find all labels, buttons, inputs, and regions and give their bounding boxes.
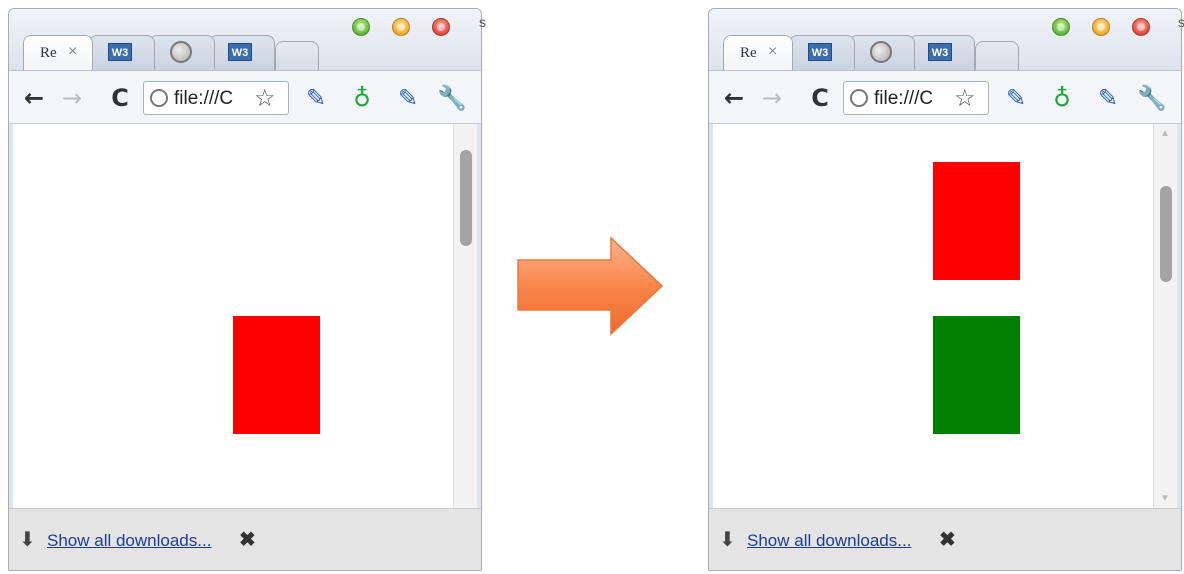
red-rectangle <box>233 316 320 434</box>
close-download-bar-icon[interactable]: ✖ <box>939 527 956 552</box>
download-arrow-icon: ⬇ <box>719 529 736 551</box>
wrench-icon[interactable]: 🔧 <box>437 83 467 113</box>
download-arrow-icon: ⬇ <box>19 529 36 551</box>
timer-extension-icon[interactable]: ♁ <box>347 83 377 113</box>
minimize-button[interactable] <box>1092 18 1110 36</box>
tab-w3-second[interactable]: W3 <box>209 35 275 71</box>
address-text: file:///C <box>874 88 934 109</box>
close-window-button[interactable] <box>1132 18 1150 36</box>
vertical-scrollbar[interactable] <box>453 124 477 508</box>
color-picker-icon[interactable]: ✎ <box>1093 83 1123 113</box>
browser-window-after: W3 W3 Re × ← → C file:///C ☆ ✎ ♁ ✎ 🔧 ▲ ▼… <box>708 8 1182 571</box>
forward-arrow-icon[interactable]: → <box>57 83 87 113</box>
background-window-edge-text: s <box>479 14 486 30</box>
page-viewport <box>713 124 1153 508</box>
minimize-button[interactable] <box>392 18 410 36</box>
page-viewport <box>13 124 453 508</box>
close-window-button[interactable] <box>432 18 450 36</box>
eyedropper-icon[interactable]: ✎ <box>301 83 331 113</box>
scroll-up-icon[interactable]: ▲ <box>1160 128 1170 139</box>
tab-globe[interactable] <box>149 35 215 71</box>
reload-icon[interactable]: C <box>805 83 835 113</box>
browser-window-before: W3 W3 Re × ← → C file:///C ☆ ✎ ♁ ✎ 🔧 ⬇ S… <box>8 8 482 571</box>
bookmark-star-icon[interactable]: ☆ <box>254 84 276 113</box>
tab-title: Re <box>40 45 57 61</box>
forward-arrow-icon[interactable]: → <box>757 83 787 113</box>
tab-w3-first[interactable]: W3 <box>789 35 855 71</box>
w3-icon: W3 <box>928 43 952 61</box>
scroll-down-icon[interactable]: ▼ <box>1160 493 1170 504</box>
address-bar[interactable]: file:///C ☆ <box>843 81 989 115</box>
reload-icon[interactable]: C <box>105 83 135 113</box>
scrollbar-thumb[interactable] <box>1160 186 1172 282</box>
green-rectangle <box>933 316 1020 434</box>
maximize-button[interactable] <box>1052 18 1070 36</box>
globe-icon <box>150 89 168 107</box>
show-all-downloads-link[interactable]: Show all downloads... <box>747 531 911 551</box>
new-tab-button[interactable] <box>975 41 1019 71</box>
browser-toolbar: ← → C file:///C ☆ ✎ ♁ ✎ 🔧 <box>709 70 1181 124</box>
back-arrow-icon[interactable]: ← <box>19 83 49 113</box>
address-bar[interactable]: file:///C ☆ <box>143 81 289 115</box>
tab-active[interactable]: Re × <box>723 35 793 71</box>
eyedropper-icon[interactable]: ✎ <box>1001 83 1031 113</box>
wrench-icon[interactable]: 🔧 <box>1137 83 1167 113</box>
w3-icon: W3 <box>808 43 832 61</box>
new-tab-button[interactable] <box>275 41 319 71</box>
globe-icon <box>870 41 892 63</box>
address-text: file:///C <box>174 88 234 109</box>
tab-globe[interactable] <box>849 35 915 71</box>
maximize-button[interactable] <box>352 18 370 36</box>
scrollbar-thumb[interactable] <box>460 150 472 246</box>
color-picker-icon[interactable]: ✎ <box>393 83 423 113</box>
transition-arrow-icon <box>517 236 664 336</box>
w3-icon: W3 <box>228 43 252 61</box>
tab-w3-second[interactable]: W3 <box>909 35 975 71</box>
download-bar: ⬇ Show all downloads... ✖ <box>709 508 1181 570</box>
tab-close-icon[interactable]: × <box>768 43 777 61</box>
tab-close-icon[interactable]: × <box>68 43 77 61</box>
browser-toolbar: ← → C file:///C ☆ ✎ ♁ ✎ 🔧 <box>9 70 481 124</box>
globe-icon <box>850 89 868 107</box>
w3-icon: W3 <box>108 43 132 61</box>
show-all-downloads-link[interactable]: Show all downloads... <box>47 531 211 551</box>
title-bar: W3 W3 Re × <box>9 9 481 71</box>
timer-extension-icon[interactable]: ♁ <box>1047 83 1077 113</box>
tab-w3-first[interactable]: W3 <box>89 35 155 71</box>
tab-title: Re <box>740 45 757 61</box>
download-bar: ⬇ Show all downloads... ✖ <box>9 508 481 570</box>
globe-icon <box>170 41 192 63</box>
red-rectangle <box>933 162 1020 280</box>
close-download-bar-icon[interactable]: ✖ <box>239 527 256 552</box>
vertical-scrollbar[interactable]: ▲ ▼ <box>1153 124 1177 508</box>
title-bar: W3 W3 Re × <box>709 9 1181 71</box>
back-arrow-icon[interactable]: ← <box>719 83 749 113</box>
bookmark-star-icon[interactable]: ☆ <box>954 84 976 113</box>
background-window-edge-text: s <box>1178 14 1184 30</box>
tab-active[interactable]: Re × <box>23 35 93 71</box>
